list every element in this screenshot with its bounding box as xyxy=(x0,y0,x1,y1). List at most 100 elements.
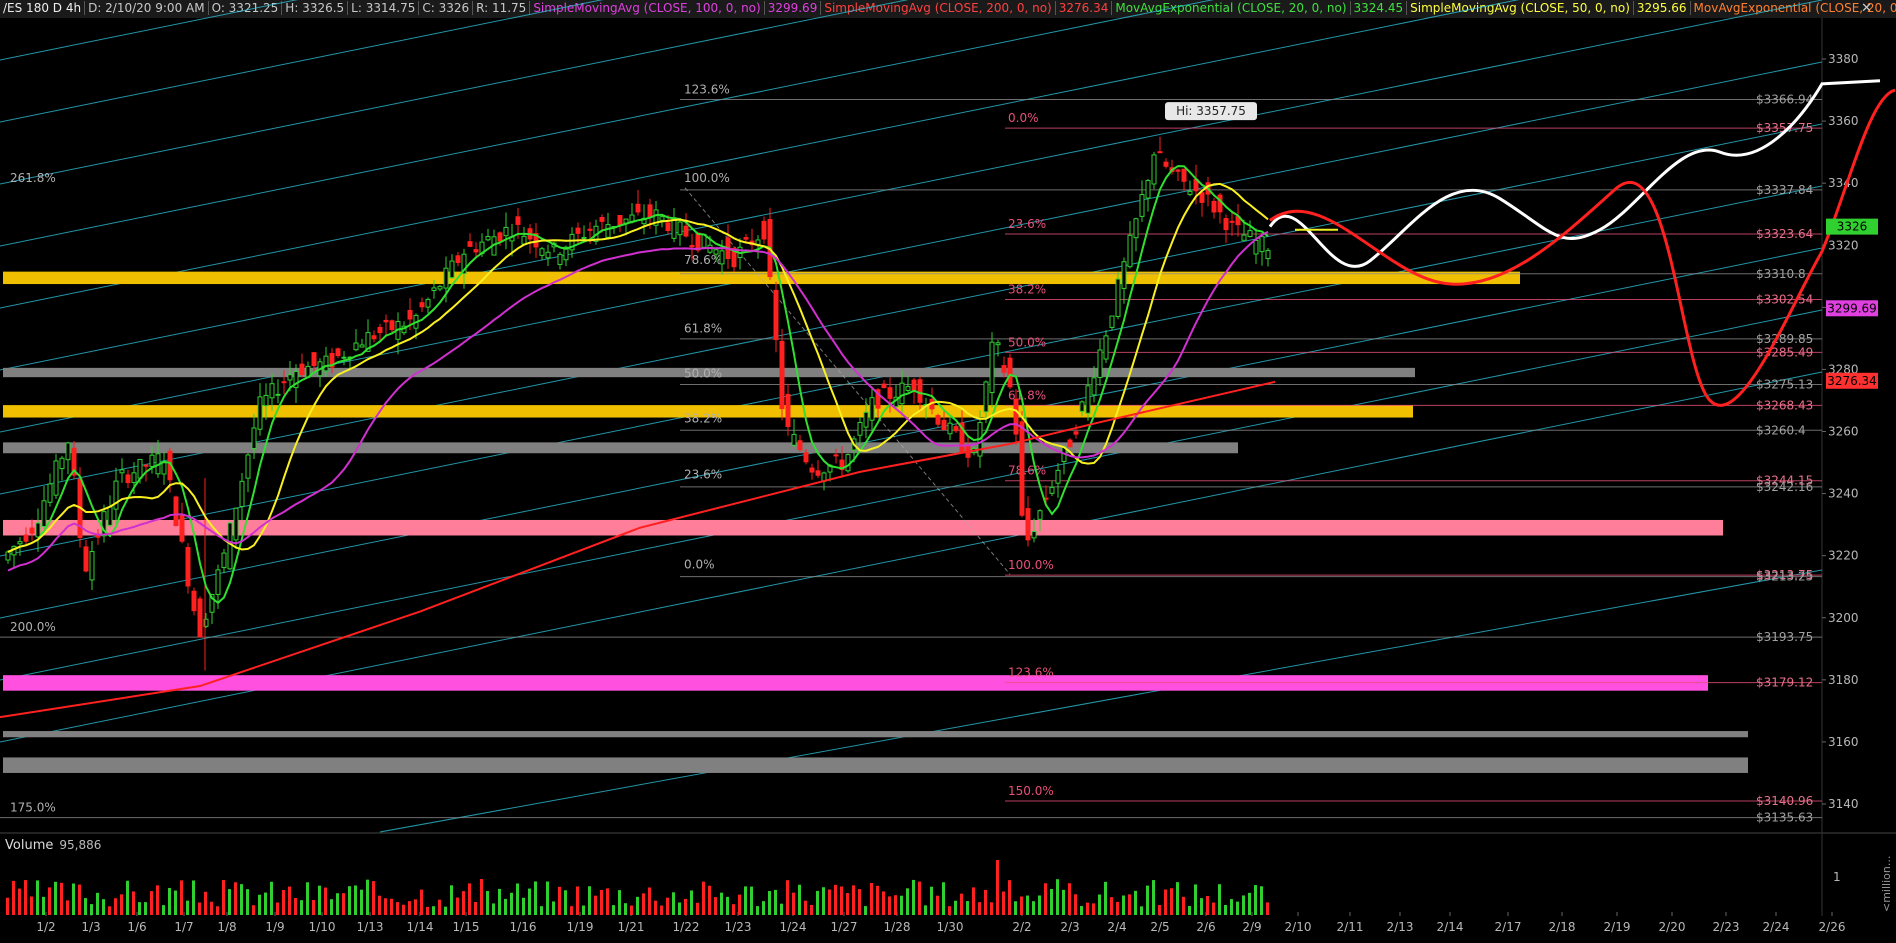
volume-bar xyxy=(876,885,879,915)
candle-body xyxy=(1247,230,1253,238)
volume-bar xyxy=(240,884,243,915)
volume-bar xyxy=(1206,896,1209,915)
candle-body xyxy=(617,215,623,226)
x-axis-tick-label: 2/23 xyxy=(1713,920,1740,934)
volume-bar xyxy=(126,880,129,915)
candle-body xyxy=(833,454,839,457)
candle-body xyxy=(953,426,959,432)
volume-bar xyxy=(1266,902,1269,915)
candle-body xyxy=(251,427,257,449)
volume-bar xyxy=(798,884,801,915)
price-level-label: $3135.63 xyxy=(1756,811,1813,825)
volume-bar xyxy=(138,902,141,915)
fib-level-label: 50.0% xyxy=(1008,335,1046,349)
candle-body xyxy=(323,355,329,372)
volume-bar xyxy=(1260,886,1263,915)
volume-bar xyxy=(1116,901,1119,915)
volume-bar xyxy=(174,890,177,915)
x-axis-tick-label: 1/24 xyxy=(780,920,807,934)
fib-level-label: 175.0% xyxy=(10,801,56,815)
candle-body xyxy=(1217,194,1223,213)
volume-bar xyxy=(804,900,807,915)
volume-bar xyxy=(834,884,837,915)
price-level-label: $3213.25 xyxy=(1756,570,1813,584)
volume-bar xyxy=(630,905,633,915)
fib-level-label: 78.6% xyxy=(1008,464,1046,478)
volume-bar xyxy=(888,896,891,915)
volume-bar xyxy=(324,887,327,915)
volume-bar xyxy=(150,891,153,915)
volume-bar xyxy=(588,886,591,915)
candle-body xyxy=(1241,234,1247,241)
candle-body xyxy=(863,411,869,428)
volume-bar xyxy=(66,900,69,915)
candle-body xyxy=(1259,236,1265,253)
candle-body xyxy=(635,203,641,213)
study-price-tag: 3276.34 xyxy=(1827,374,1877,388)
volume-bar xyxy=(510,892,513,915)
volume-bar xyxy=(540,906,543,915)
volume-bar xyxy=(1074,894,1077,915)
volume-bar xyxy=(480,879,483,915)
fib-level-label: 123.6% xyxy=(684,83,730,97)
volume-bar xyxy=(1080,906,1083,915)
volume-bar xyxy=(840,886,843,915)
candle-body xyxy=(281,381,287,384)
candle-body xyxy=(1109,315,1115,328)
volume-bar xyxy=(192,880,195,915)
price-pane xyxy=(0,18,1822,832)
volume-bar xyxy=(780,903,783,915)
volume-bar xyxy=(474,901,477,915)
candle-body xyxy=(119,469,125,474)
volume-bar xyxy=(24,880,27,915)
volume-bar xyxy=(1194,884,1197,915)
candle-body xyxy=(1187,190,1193,195)
fib-level-label: 23.6% xyxy=(684,467,722,481)
volume-bar xyxy=(534,881,537,915)
volume-bar xyxy=(582,905,585,915)
volume-bar xyxy=(522,897,525,915)
candle-body xyxy=(197,598,203,638)
candle-body xyxy=(425,298,431,308)
candle-body xyxy=(1067,439,1073,448)
candle-body xyxy=(173,496,179,527)
volume-label: Volume xyxy=(5,838,54,853)
x-axis-tick-label: 2/2 xyxy=(1012,920,1031,934)
candle-body xyxy=(503,226,509,237)
x-axis-tick-label: 1/27 xyxy=(831,920,858,934)
volume-bar xyxy=(426,906,429,915)
volume-bar xyxy=(960,893,963,915)
volume-bar xyxy=(1236,901,1239,915)
volume-bar xyxy=(48,887,51,915)
volume-bar xyxy=(12,880,15,915)
candle-body xyxy=(761,220,767,240)
x-axis-tick-label: 1/2 xyxy=(36,920,55,934)
candle-body xyxy=(1019,421,1025,516)
x-axis-tick-label: 2/20 xyxy=(1659,920,1686,934)
candle-body xyxy=(605,224,611,238)
volume-bar xyxy=(948,906,951,915)
volume-bar xyxy=(486,891,489,915)
x-axis-tick-label: 1/19 xyxy=(567,920,594,934)
volume-bar xyxy=(1122,895,1125,915)
x-axis-tick-label: 2/10 xyxy=(1285,920,1312,934)
candle-body xyxy=(233,507,239,541)
volume-bar xyxy=(930,886,933,915)
volume-bar xyxy=(912,879,915,915)
volume-bar xyxy=(558,886,561,915)
fib-level-label: 61.8% xyxy=(684,321,722,335)
volume-bar xyxy=(606,888,609,915)
price-level-label: $3289.85 xyxy=(1756,332,1813,346)
candle-body xyxy=(443,267,449,289)
volume-bar xyxy=(564,890,567,915)
candle-body xyxy=(785,393,791,427)
fib-level-label: 0.0% xyxy=(1008,111,1039,125)
candle-body xyxy=(149,454,155,467)
volume-bar xyxy=(492,903,495,915)
price-chart[interactable]: $3366.94$3357.75$3337.84$3323.64$3310.8$… xyxy=(0,0,1896,943)
candle-body xyxy=(1091,377,1097,396)
candle-body xyxy=(899,382,905,405)
x-axis-tick-label: 2/13 xyxy=(1387,920,1414,934)
candle-body xyxy=(1037,510,1043,520)
volume-bar xyxy=(726,896,729,915)
